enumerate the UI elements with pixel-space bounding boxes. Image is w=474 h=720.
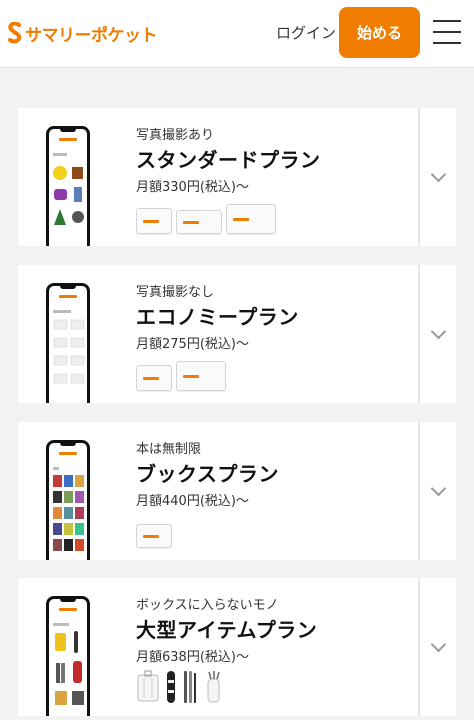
login-link[interactable]: ログイン	[276, 22, 336, 43]
plan-card-large-items[interactable]: ボックスに入らないモノ 大型アイテムプラン 月額638円(税込)〜	[18, 578, 456, 716]
box-image	[226, 204, 276, 234]
snowboard-image	[167, 671, 175, 703]
plan-card-books[interactable]: 本は無制限 ブックスプラン 月額440円(税込)〜	[18, 422, 456, 560]
golf-bag-image	[207, 671, 220, 703]
box-thumbnails	[136, 514, 172, 548]
box-image	[136, 524, 172, 548]
plan-title: スタンダードプラン	[136, 148, 321, 172]
plan-title: ブックスプラン	[136, 462, 279, 486]
plan-card-standard[interactable]: 写真撮影あり スタンダードプラン 月額330円(税込)〜	[18, 108, 456, 246]
box-thumbnails	[136, 200, 276, 234]
suitcase-image	[137, 670, 159, 702]
plan-subtitle: 写真撮影あり	[136, 128, 215, 143]
plan-price: 月額275円(税込)〜	[136, 337, 249, 352]
expand-toggle[interactable]	[418, 578, 456, 716]
phone-preview-image	[46, 596, 90, 716]
chevron-down-icon	[430, 636, 446, 652]
box-thumbnails	[136, 357, 226, 391]
expand-toggle[interactable]	[418, 108, 456, 246]
plan-price: 月額440円(税込)〜	[136, 494, 249, 509]
start-button[interactable]: 始める	[339, 7, 420, 58]
phone-preview-image	[46, 283, 90, 403]
logo-icon	[8, 22, 22, 44]
plan-card-economy[interactable]: 写真撮影なし エコノミープラン 月額275円(税込)〜	[18, 265, 456, 403]
item-thumbnails	[136, 670, 224, 704]
box-image	[136, 365, 172, 391]
logo-text: サマリーポケット	[25, 25, 158, 46]
hamburger-menu-icon[interactable]	[433, 20, 461, 44]
ski-image	[184, 671, 196, 703]
plan-title: エコノミープラン	[136, 305, 299, 329]
phone-preview-image	[46, 440, 90, 560]
expand-toggle[interactable]	[418, 422, 456, 560]
box-image	[136, 208, 172, 234]
plan-subtitle: 本は無制限	[136, 442, 202, 457]
box-image	[176, 210, 222, 234]
plan-title: 大型アイテムプラン	[136, 618, 318, 642]
box-image	[176, 361, 226, 391]
logo[interactable]: サマリーポケット	[8, 20, 158, 46]
phone-preview-image	[46, 126, 90, 246]
plan-subtitle: 写真撮影なし	[136, 285, 215, 300]
site-header: サマリーポケット ログイン 始める	[0, 0, 474, 68]
plan-subtitle: ボックスに入らないモノ	[136, 598, 279, 613]
chevron-down-icon	[430, 166, 446, 182]
chevron-down-icon	[430, 323, 446, 339]
plan-price: 月額638円(税込)〜	[136, 650, 249, 665]
plan-price: 月額330円(税込)〜	[136, 180, 249, 195]
expand-toggle[interactable]	[418, 265, 456, 403]
chevron-down-icon	[430, 480, 446, 496]
